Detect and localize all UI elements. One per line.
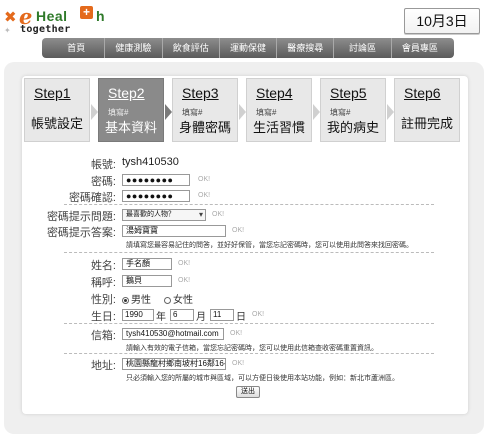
step-arrow-icon: [313, 104, 320, 120]
name-ok: OK!: [178, 260, 191, 267]
step-name: 我的病史: [327, 120, 380, 135]
address-label: 地址:: [90, 360, 116, 372]
main-panel: Step1 帳號設定 Step2 填寫# 基本資料 Step3 填寫# 身體密碼…: [4, 62, 484, 434]
name-input[interactable]: 手名顏: [122, 258, 172, 270]
step-arrow-icon: [165, 104, 172, 120]
step-title: Step5: [330, 85, 367, 101]
password-confirm-ok: OK!: [198, 192, 211, 199]
site-logo[interactable]: ✖ e Heal + h ✦ together: [4, 4, 144, 38]
logo-plus-icon: +: [80, 6, 93, 19]
step-title: Step6: [404, 85, 441, 101]
address-ok: OK!: [232, 360, 245, 367]
divider: [64, 252, 434, 253]
gender-female-label: 女性: [173, 295, 193, 306]
nickname-input[interactable]: 鵝貝: [122, 275, 172, 287]
name-label: 姓名:: [90, 260, 116, 272]
logo-dots-icon: ✦: [4, 26, 11, 35]
step-2: Step2 填寫# 基本資料: [98, 78, 164, 142]
main-nav: 首頁 健康測驗 飲食評估 運動保健 醫療搜尋 討論區 會員專區: [42, 38, 454, 58]
answer-hint: 請填寫您最容易記住的問答，並好好保管，當您忘記密碼時，您可以使用此問答來找回密碼…: [126, 242, 413, 249]
nickname-label: 稱呼:: [90, 277, 116, 289]
nav-item-health-test[interactable]: 健康測驗: [105, 38, 163, 58]
email-input[interactable]: tysh410530@hotmail.com: [122, 328, 224, 340]
question-select[interactable]: 最喜歡的人物？: [122, 209, 206, 221]
divider: [64, 204, 434, 205]
nav-item-home[interactable]: 首頁: [48, 38, 106, 58]
logo-cross-icon: ✖: [4, 9, 17, 26]
birth-year-unit: 年: [156, 312, 166, 323]
logo-h: h: [96, 8, 105, 24]
divider: [64, 323, 434, 324]
step-6: Step6 註冊完成: [394, 78, 460, 142]
step-title: Step4: [256, 85, 293, 101]
nickname-ok: OK!: [178, 277, 191, 284]
step-name: 帳號設定: [31, 116, 84, 131]
submit-button[interactable]: 送出: [236, 386, 260, 398]
birth-year-input[interactable]: 1990: [122, 309, 154, 321]
question-ok: OK!: [212, 211, 225, 218]
step-5: Step5 填寫# 我的病史: [320, 78, 386, 142]
step-title: Step3: [182, 85, 219, 101]
step-3: Step3 填寫# 身體密碼: [172, 78, 238, 142]
gender-label: 性別:: [90, 294, 116, 306]
answer-ok: OK!: [232, 227, 245, 234]
nav-item-exercise[interactable]: 運動保健: [220, 38, 278, 58]
step-1: Step1 帳號設定: [24, 78, 90, 142]
account-value: tysh410530: [122, 156, 179, 168]
nav-item-forum[interactable]: 討論區: [334, 38, 392, 58]
logo-heal: Heal: [36, 8, 68, 24]
birthday-label: 生日:: [90, 311, 116, 323]
radio-checked-icon: [122, 297, 129, 304]
step-name: 生活習慣: [253, 120, 306, 135]
password-input[interactable]: ●●●●●●●●: [122, 174, 190, 186]
birth-month-unit: 月: [196, 312, 206, 323]
nav-item-medical-search[interactable]: 醫療搜尋: [277, 38, 335, 58]
gender-male-label: 男性: [131, 295, 151, 306]
step-name: 基本資料: [105, 120, 158, 135]
step-name: 身體密碼: [179, 120, 232, 135]
logo-together: together: [20, 24, 71, 35]
password-ok: OK!: [198, 176, 211, 183]
gender-female-radio[interactable]: 女性: [164, 291, 193, 306]
password-confirm-label: 密碼確認:: [68, 192, 116, 204]
address-input[interactable]: 桃園縣龍村鄉南坡村16鄰16-1號: [122, 358, 226, 370]
birth-day-unit: 日: [236, 312, 246, 323]
birthday-ok: OK!: [252, 311, 265, 318]
email-hint: 請輸入有效的電子信箱，當您忘記密碼時，您可以使用此信箱查收密碼重置資訊。: [126, 345, 378, 352]
password-label: 密碼:: [90, 176, 116, 188]
birth-day-input[interactable]: 11: [210, 309, 234, 321]
nav-item-diet[interactable]: 飲食評估: [163, 38, 220, 58]
registration-steps: Step1 帳號設定 Step2 填寫# 基本資料 Step3 填寫# 身體密碼…: [22, 78, 468, 148]
gender-male-radio[interactable]: 男性: [122, 291, 151, 306]
birth-month-input[interactable]: 6: [170, 309, 194, 321]
step-arrow-icon: [387, 104, 394, 120]
step-title: Step1: [34, 85, 71, 101]
step-arrow-icon: [239, 104, 246, 120]
date-display: 10月3日: [404, 8, 480, 34]
radio-unchecked-icon: [164, 297, 171, 304]
step-4: Step4 填寫# 生活習慣: [246, 78, 312, 142]
email-label: 信箱:: [90, 330, 116, 342]
step-name: 註冊完成: [401, 116, 454, 131]
password-confirm-input[interactable]: ●●●●●●●●: [122, 190, 190, 202]
account-label: 帳號:: [90, 159, 116, 171]
address-hint: 只必須輸入您的所屬的城市與區域，可以方便日後使用本站功能，例如：新北市蘆洲區。: [126, 375, 399, 382]
step-arrow-icon: [91, 104, 98, 120]
nav-item-member[interactable]: 會員專區: [392, 38, 448, 58]
step-title: Step2: [108, 85, 145, 101]
divider: [64, 353, 434, 354]
question-label: 密碼提示問題:: [46, 211, 116, 223]
question-select-value: 最喜歡的人物？: [126, 211, 175, 218]
answer-input[interactable]: 湯姆寶寶: [122, 225, 226, 237]
answer-label: 密碼提示答案:: [46, 227, 116, 239]
email-ok: OK!: [230, 330, 243, 337]
